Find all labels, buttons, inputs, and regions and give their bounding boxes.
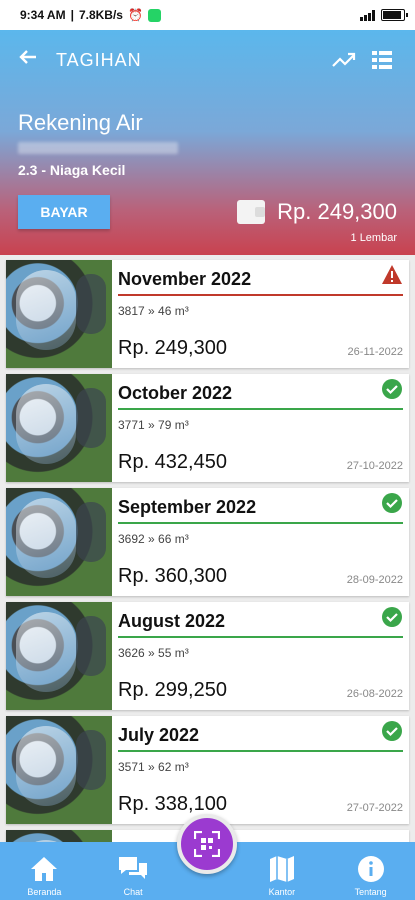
- qr-scan-button[interactable]: [177, 814, 237, 874]
- battery-icon: [381, 9, 408, 21]
- bill-month: November 2022: [118, 268, 252, 289]
- status-time: 9:34 AM: [20, 8, 66, 22]
- nav-chat-label: Chat: [123, 887, 143, 897]
- header: TAGIHAN Rekening Air 2.3 - Niaga Kecil B…: [0, 30, 415, 255]
- wallet-icon: [237, 200, 266, 224]
- nav-about-label: Tentang: [354, 887, 387, 897]
- bill-card[interactable]: November 2022 3817 » 46 m³ Rp. 249,300 2…: [6, 260, 409, 368]
- bill-date: 28-09-2022: [346, 574, 403, 586]
- map-icon: [267, 854, 297, 884]
- bill-card[interactable]: October 2022 3771 » 79 m³ Rp. 432,450 27…: [6, 374, 409, 482]
- status-network-speed: 7.8KB/s: [78, 8, 123, 22]
- account-name: Rekening Air: [18, 110, 143, 135]
- meter-photo: [6, 488, 112, 596]
- home-icon: [29, 854, 59, 884]
- meter-photo: [6, 602, 112, 710]
- bill-month: July 2022: [118, 724, 200, 745]
- check-circle-icon: [382, 379, 402, 399]
- nav-about[interactable]: Tentang: [326, 842, 415, 900]
- status-divider: [118, 636, 403, 638]
- account-category: 2.3 - Niaga Kecil: [18, 162, 126, 178]
- status-bar: 9:34 AM | 7.8KB/s ⏰: [0, 0, 415, 30]
- total-amount-value: Rp. 249,300: [277, 199, 397, 224]
- bill-card[interactable]: July 2022 3571 » 62 m³ Rp. 338,100 27-07…: [6, 716, 409, 824]
- bill-card[interactable]: September 2022 3692 » 66 m³ Rp. 360,300 …: [6, 488, 409, 596]
- check-circle-icon: [382, 493, 402, 513]
- meter-usage: 3571 » 62 m³: [118, 760, 189, 774]
- page-title: TAGIHAN: [56, 49, 142, 70]
- bill-date: 26-11-2022: [347, 346, 403, 358]
- list-icon[interactable]: [367, 45, 397, 75]
- bill-month: August 2022: [118, 610, 226, 631]
- nav-home-label: Beranda: [27, 887, 62, 897]
- status-divider: [118, 750, 403, 752]
- alarm-icon: ⏰: [127, 8, 143, 22]
- nav-office[interactable]: Kantor: [238, 842, 327, 900]
- status-divider: [118, 522, 403, 524]
- info-icon: [356, 854, 386, 884]
- bill-amount: Rp. 299,250: [118, 679, 227, 701]
- nav-office-label: Kantor: [268, 887, 296, 897]
- check-circle-icon: [382, 721, 402, 741]
- chart-icon[interactable]: [329, 45, 359, 75]
- total-amount: Rp. 249,300: [237, 199, 397, 225]
- meter-photo: [6, 716, 112, 824]
- bill-amount: Rp. 432,450: [118, 451, 227, 473]
- redacted-account-holder: [18, 142, 178, 154]
- bill-month: September 2022: [118, 496, 257, 517]
- bill-amount: Rp. 338,100: [118, 793, 227, 815]
- bill-month: October 2022: [118, 382, 233, 403]
- meter-usage: 3692 » 66 m³: [118, 532, 189, 546]
- top-bar: TAGIHAN: [0, 30, 415, 90]
- bill-amount: Rp. 360,300: [118, 565, 227, 587]
- account-info: Rekening Air 2.3 - Niaga Kecil: [0, 90, 415, 178]
- meter-usage: 3771 » 79 m³: [118, 418, 189, 432]
- status-divider: [118, 294, 403, 296]
- nav-home[interactable]: Beranda: [0, 842, 89, 900]
- chat-icon: [118, 854, 148, 884]
- payment-row: BAYAR Rp. 249,300: [18, 195, 397, 229]
- meter-photo: [6, 374, 112, 482]
- status-divider: [118, 408, 403, 410]
- sheet-count: 1 Lembar: [350, 232, 397, 244]
- nav-chat[interactable]: Chat: [89, 842, 178, 900]
- bill-list[interactable]: November 2022 3817 » 46 m³ Rp. 249,300 2…: [6, 260, 409, 900]
- qr-scan-icon: [194, 831, 220, 857]
- bill-card[interactable]: August 2022 3626 » 55 m³ Rp. 299,250 26-…: [6, 602, 409, 710]
- pay-button[interactable]: BAYAR: [18, 195, 110, 229]
- whatsapp-icon: [147, 8, 161, 22]
- bill-date: 27-07-2022: [346, 802, 403, 814]
- meter-photo: [6, 260, 112, 368]
- meter-usage: 3817 » 46 m³: [118, 304, 189, 318]
- check-circle-icon: [382, 607, 402, 627]
- meter-usage: 3626 » 55 m³: [118, 646, 189, 660]
- back-arrow-icon[interactable]: [18, 46, 48, 74]
- bill-amount: Rp. 249,300: [118, 337, 227, 359]
- warning-icon: [382, 265, 402, 284]
- signal-icon: [360, 9, 375, 21]
- bill-date: 26-08-2022: [346, 688, 403, 700]
- bill-date: 27-10-2022: [346, 460, 403, 472]
